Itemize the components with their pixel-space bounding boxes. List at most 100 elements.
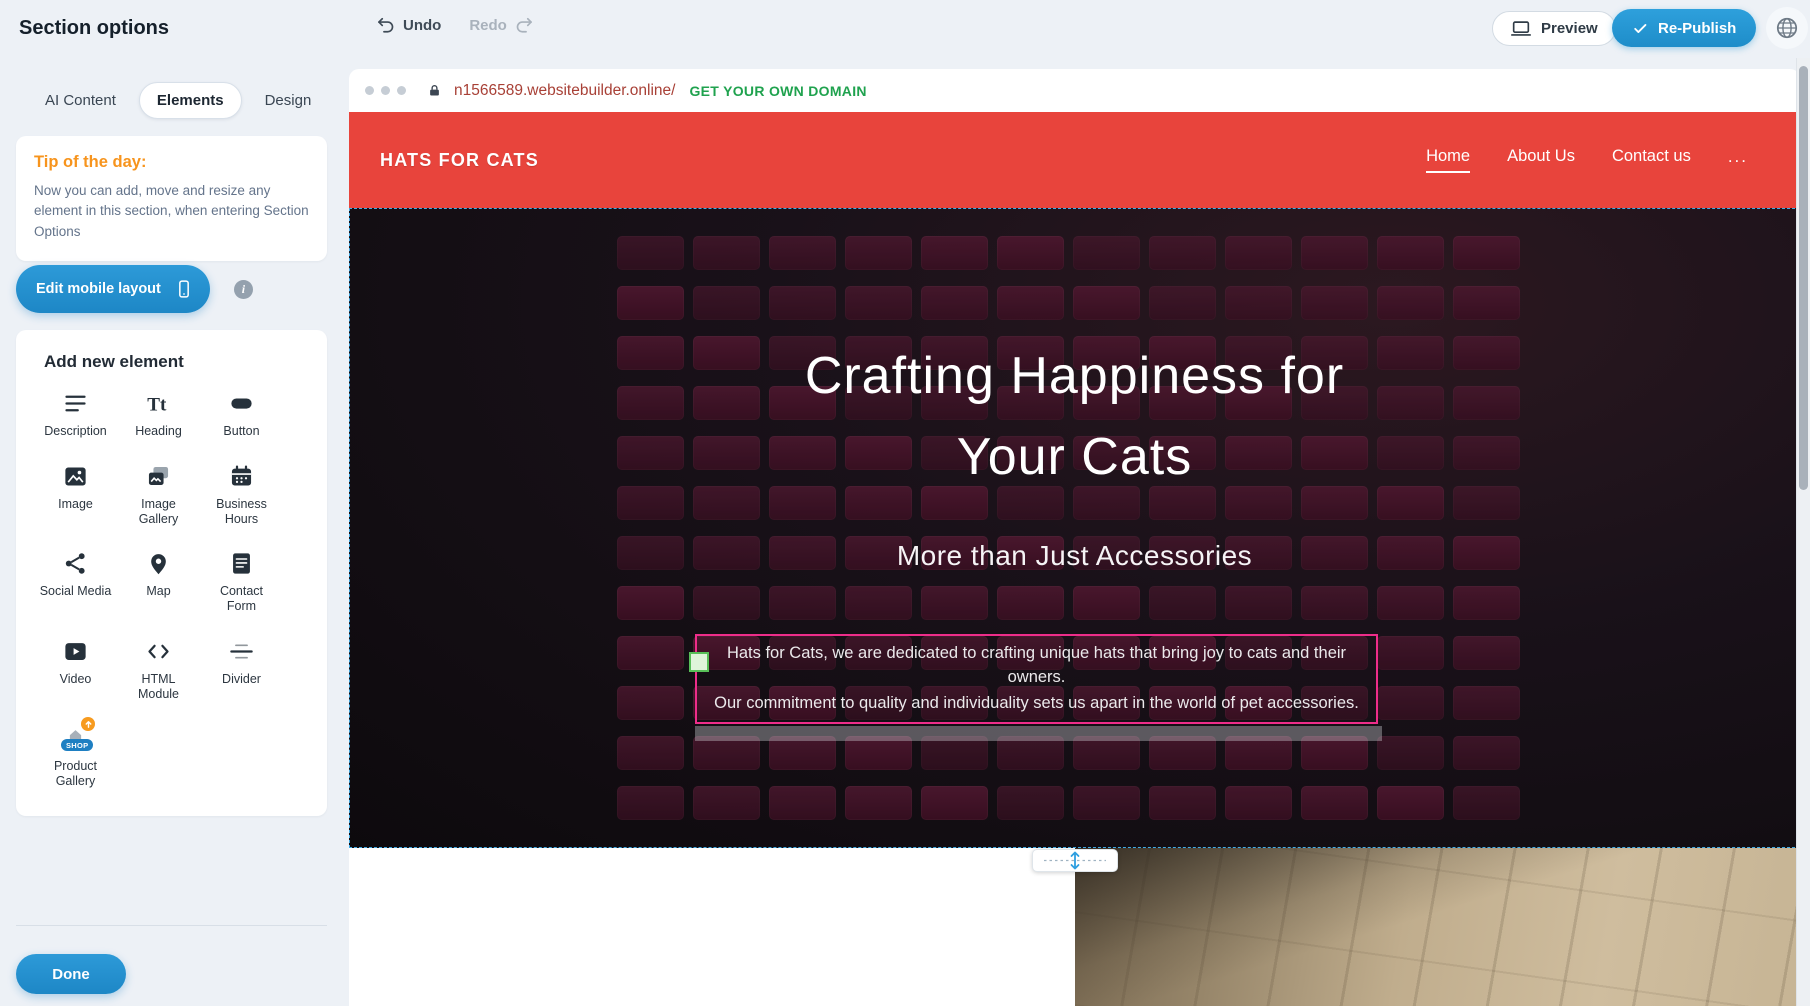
element-label: Product Gallery (39, 759, 113, 789)
element-label: Heading (135, 424, 182, 439)
hero-tile (1073, 586, 1140, 620)
hero-tile (921, 586, 988, 620)
element-button[interactable]: Button (200, 390, 283, 439)
svg-text:Tt: Tt (147, 394, 167, 415)
canvas-scrollbar[interactable] (1796, 58, 1810, 1006)
hero-tile (997, 736, 1064, 770)
next-section-photo (1075, 848, 1810, 1006)
element-image[interactable]: Image (34, 463, 117, 527)
add-element-panel: Add new element Description Tt Heading B… (16, 330, 327, 816)
undo-button[interactable]: Undo (376, 15, 441, 35)
republish-label: Re-Publish (1658, 20, 1736, 37)
republish-button[interactable]: Re-Publish (1612, 9, 1756, 47)
hero-tile (997, 236, 1064, 270)
element-map[interactable]: Map (117, 550, 200, 614)
element-business-hours[interactable]: Business Hours (200, 463, 283, 527)
preview-button[interactable]: Preview (1492, 11, 1616, 46)
element-product-gallery[interactable]: SHOP Product Gallery (34, 725, 117, 789)
hero-tile (1301, 236, 1368, 270)
hero-tile (997, 286, 1064, 320)
tab-design[interactable]: Design (248, 83, 329, 118)
page-title: Section options (19, 17, 169, 40)
video-icon (62, 638, 89, 665)
element-drag-handle[interactable] (689, 652, 709, 672)
element-label: Video (60, 672, 92, 687)
nav-contact-us[interactable]: Contact us (1612, 147, 1691, 173)
element-contact-form[interactable]: Contact Form (200, 550, 283, 614)
language-globe-button[interactable] (1766, 7, 1808, 49)
hero-tile (1453, 686, 1520, 720)
info-icon[interactable]: i (234, 280, 253, 299)
heading-icon: Tt (145, 390, 172, 417)
element-video[interactable]: Video (34, 638, 117, 702)
tab-elements[interactable]: Elements (139, 82, 242, 119)
nav-more[interactable]: ... (1728, 147, 1748, 174)
site-logo: HATS FOR CATS (380, 150, 539, 171)
element-social-media[interactable]: Social Media (34, 550, 117, 614)
hero-tile (1377, 286, 1444, 320)
globe-icon (1774, 15, 1800, 41)
hero-heading-line1: Crafting Happiness for (349, 336, 1800, 417)
element-divider[interactable]: Divider (200, 638, 283, 702)
hero-tile (1225, 586, 1292, 620)
redo-label: Redo (469, 17, 507, 34)
hero-tile (1453, 236, 1520, 270)
hero-heading[interactable]: Crafting Happiness for Your Cats (349, 336, 1800, 498)
redo-button[interactable]: Redo (469, 15, 534, 35)
shop-pill: SHOP (61, 739, 93, 751)
element-description[interactable]: Description (34, 390, 117, 439)
hero-text-element-selected[interactable]: Hats for Cats, we are dedicated to craft… (695, 634, 1378, 724)
nav-home[interactable]: Home (1426, 147, 1470, 173)
phone-icon (174, 279, 194, 299)
get-domain-link[interactable]: GET YOUR OWN DOMAIN (689, 83, 866, 99)
hero-tile (1377, 736, 1444, 770)
hero-tile (997, 786, 1064, 820)
hero-section-selected[interactable]: Crafting Happiness for Your Cats More th… (349, 208, 1800, 848)
element-label: Image (58, 497, 93, 512)
hero-tile (1225, 786, 1292, 820)
scrollbar-thumb[interactable] (1799, 66, 1808, 490)
element-image-gallery[interactable]: Image Gallery (117, 463, 200, 527)
preview-label: Preview (1541, 20, 1598, 37)
hero-tile (845, 736, 912, 770)
element-label: Divider (222, 672, 261, 687)
section-resize-handle[interactable] (1032, 849, 1118, 872)
hero-tile (1453, 286, 1520, 320)
hero-tile (617, 586, 684, 620)
next-section-background (349, 848, 1075, 1006)
site-header: HATS FOR CATS Home About Us Contact us .… (349, 112, 1800, 208)
hero-tile (769, 736, 836, 770)
hero-tile (1301, 586, 1368, 620)
hero-tile (1225, 736, 1292, 770)
hero-heading-line2: Your Cats (349, 417, 1800, 498)
hero-tile (1149, 736, 1216, 770)
hero-tile (1453, 636, 1520, 670)
hero-subheading[interactable]: More than Just Accessories (349, 540, 1800, 572)
done-button[interactable]: Done (16, 954, 126, 994)
hero-tile (693, 786, 760, 820)
hero-tile (1073, 786, 1140, 820)
add-element-title: Add new element (44, 352, 327, 372)
hero-tile (921, 286, 988, 320)
image-icon (62, 463, 89, 490)
hero-tile (617, 786, 684, 820)
element-label: HTML Module (122, 672, 196, 702)
nav-about-us[interactable]: About Us (1507, 147, 1575, 173)
element-html-module[interactable]: HTML Module (117, 638, 200, 702)
window-dots (365, 86, 413, 95)
hero-tile (693, 736, 760, 770)
hero-tile (845, 786, 912, 820)
element-grid: Description Tt Heading Button (34, 390, 327, 789)
hero-tile (921, 786, 988, 820)
element-heading[interactable]: Tt Heading (117, 390, 200, 439)
tab-ai-content[interactable]: AI Content (28, 83, 133, 118)
undo-icon (376, 15, 396, 35)
sidebar-tabs: AI Content Elements Design (28, 82, 328, 119)
hero-tile (1377, 686, 1444, 720)
product-gallery-icon: SHOP (62, 725, 89, 752)
mobile-layout-row: Edit mobile layout i (16, 265, 253, 313)
upgrade-badge-icon (81, 717, 95, 731)
hero-tile (617, 636, 684, 670)
redo-icon (514, 15, 534, 35)
edit-mobile-layout-button[interactable]: Edit mobile layout (16, 265, 210, 313)
